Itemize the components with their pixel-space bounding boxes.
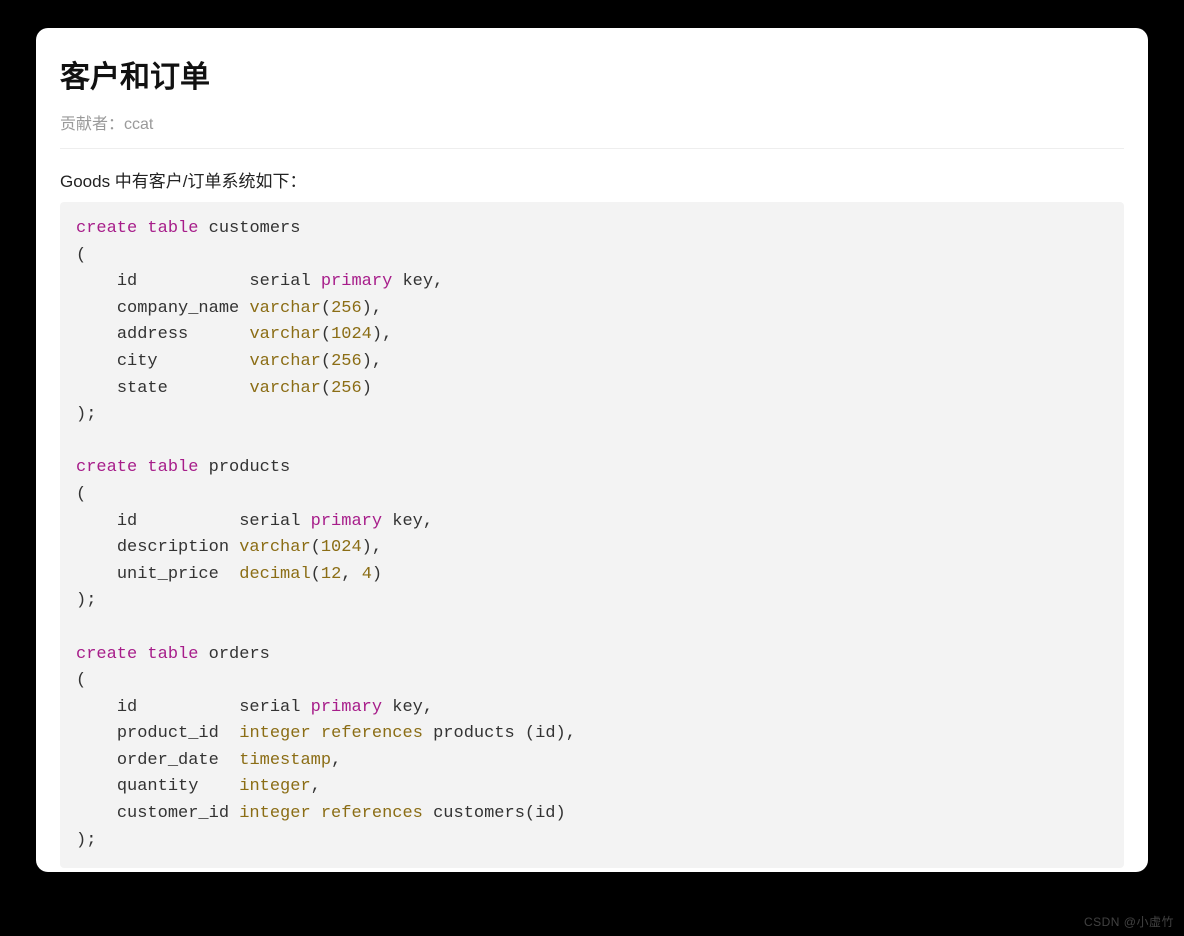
col-id: id [117,698,137,717]
kw-create: create [76,458,137,477]
type-integer: integer [239,724,310,743]
tbl-orders: orders [209,645,270,664]
kw-table: table [147,458,198,477]
num-12: 12 [321,565,341,584]
num-1024: 1024 [321,538,362,557]
kw-table: table [147,645,198,664]
type-varchar: varchar [249,352,320,371]
kw-create: create [76,645,137,664]
kw-primary: primary [311,698,382,717]
sql-code-block: create table customers ( id serial prima… [60,202,1124,868]
num-1024: 1024 [331,325,372,344]
col-state: state [117,379,168,398]
col-customerid: customer_id [117,804,229,823]
kw-create: create [76,219,137,238]
num-4: 4 [362,565,372,584]
num-256: 256 [331,379,362,398]
tbl-customers: customers [209,219,301,238]
tbl-products: products [209,458,291,477]
ref-products: products (id) [433,724,566,743]
document-card: 客户和订单 贡献者：ccat Goods 中有客户/订单系统如下： create… [36,28,1148,872]
type-varchar: varchar [249,325,320,344]
kw-references: references [321,724,423,743]
col-productid: product_id [117,724,219,743]
col-id: id [117,512,137,531]
type-integer: integer [239,804,310,823]
col-address: address [117,325,188,344]
intro-text: Goods 中有客户/订单系统如下： [60,167,1124,192]
watermark: CSDN @小虚竹 [1084,913,1174,930]
type-varchar: varchar [249,299,320,318]
type-integer: integer [239,777,310,796]
page-title: 客户和订单 [60,52,1124,96]
col-id: id [117,272,137,291]
contributor-row: 贡献者：ccat [60,110,1124,149]
kw-primary: primary [321,272,392,291]
contributor-label: 贡献者： [60,116,124,133]
type-varchar: varchar [249,379,320,398]
type-decimal: decimal [239,565,310,584]
col-city: city [117,352,158,371]
col-orderdate: order_date [117,751,219,770]
kw-references: references [321,804,423,823]
num-256: 256 [331,299,362,318]
contributor-name: ccat [124,116,153,133]
ref-customers: customers(id) [433,804,566,823]
kw-table: table [147,219,198,238]
col-quantity: quantity [117,777,199,796]
col-unitprice: unit_price [117,565,219,584]
col-company: company_name [117,299,239,318]
num-256: 256 [331,352,362,371]
type-varchar: varchar [239,538,310,557]
col-description: description [117,538,229,557]
type-timestamp: timestamp [239,751,331,770]
kw-primary: primary [311,512,382,531]
